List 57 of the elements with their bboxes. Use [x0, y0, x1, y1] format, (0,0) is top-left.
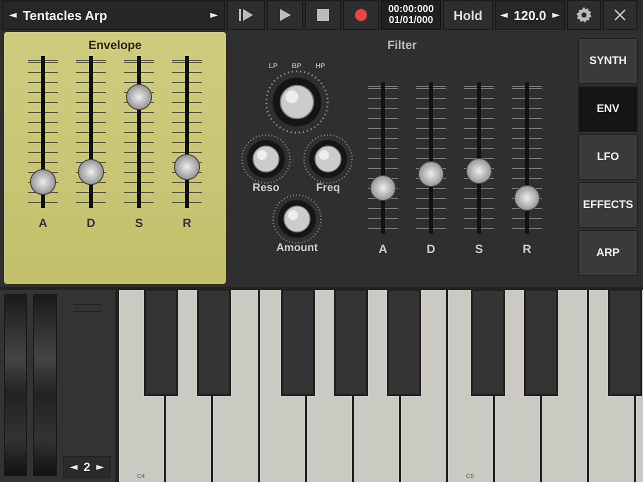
tab[interactable]: ARP: [578, 230, 638, 276]
slider-thumb[interactable]: [30, 169, 56, 196]
octave-value: 2: [84, 460, 90, 474]
slider-label: S: [474, 242, 483, 256]
tab[interactable]: SYNTH: [578, 38, 638, 84]
time-text: 00:00:000: [388, 4, 434, 15]
previous-button[interactable]: ◄: [3, 10, 23, 20]
close-icon: [614, 9, 626, 21]
step-play-button[interactable]: [227, 0, 265, 30]
slider-thumb[interactable]: [466, 158, 492, 184]
tempo-control[interactable]: ◄ 120.0 ►: [495, 0, 565, 30]
play-icon: [278, 8, 292, 22]
slider-thumb[interactable]: [370, 175, 396, 202]
knob[interactable]: [265, 70, 329, 134]
octave-control[interactable]: ◄ 2 ►: [62, 456, 111, 478]
tab[interactable]: EFFECTS: [578, 182, 638, 228]
slider-thumb[interactable]: [514, 185, 540, 212]
stop-button[interactable]: [305, 0, 341, 30]
preset-selector[interactable]: ◄ Tentacles Arp ►: [2, 0, 225, 30]
slider-label: D: [86, 216, 96, 230]
settings-icon: [576, 7, 592, 23]
octave-up-button[interactable]: ►: [90, 462, 110, 472]
next-button[interactable]: ►: [204, 10, 224, 20]
settings-button[interactable]: [567, 0, 601, 30]
record-icon: [355, 9, 367, 21]
tab[interactable]: ENV: [578, 86, 638, 132]
tab[interactable]: LFO: [578, 134, 638, 180]
decrease-button[interactable]: ◄: [494, 10, 514, 20]
slider-thumb[interactable]: [174, 154, 200, 180]
play-button[interactable]: [267, 0, 303, 30]
panel-title: Envelope: [88, 38, 142, 52]
record-button[interactable]: [343, 0, 379, 30]
slider-thumb[interactable]: [418, 161, 444, 188]
knob[interactable]: [303, 134, 353, 184]
slider-label: S: [134, 216, 143, 230]
slider-label: A: [378, 242, 388, 256]
slider-label: A: [38, 216, 48, 230]
preset-name: Tentacles Arp: [22, 8, 108, 22]
tempo-value: 120.0: [514, 8, 546, 22]
position-text: 01/01/000: [388, 15, 434, 26]
step-play-icon: [238, 8, 254, 22]
slider-label: R: [522, 242, 532, 256]
increase-button[interactable]: ►: [546, 10, 566, 20]
hold-button[interactable]: Hold: [443, 0, 493, 30]
knob-label: Reso: [252, 182, 280, 194]
octave-down-button[interactable]: ◄: [64, 462, 84, 472]
slider-label: D: [426, 242, 436, 256]
stop-icon: [317, 9, 329, 21]
slider-thumb[interactable]: [78, 159, 104, 186]
panel-title: Filter: [387, 38, 417, 52]
knob[interactable]: [272, 194, 322, 244]
knob-label: Amount: [276, 242, 318, 254]
slider-thumb[interactable]: [126, 84, 152, 110]
close-button[interactable]: [603, 0, 637, 30]
knob-label: Freq: [316, 182, 340, 194]
knob[interactable]: [241, 134, 291, 184]
slider-label: R: [182, 216, 192, 230]
